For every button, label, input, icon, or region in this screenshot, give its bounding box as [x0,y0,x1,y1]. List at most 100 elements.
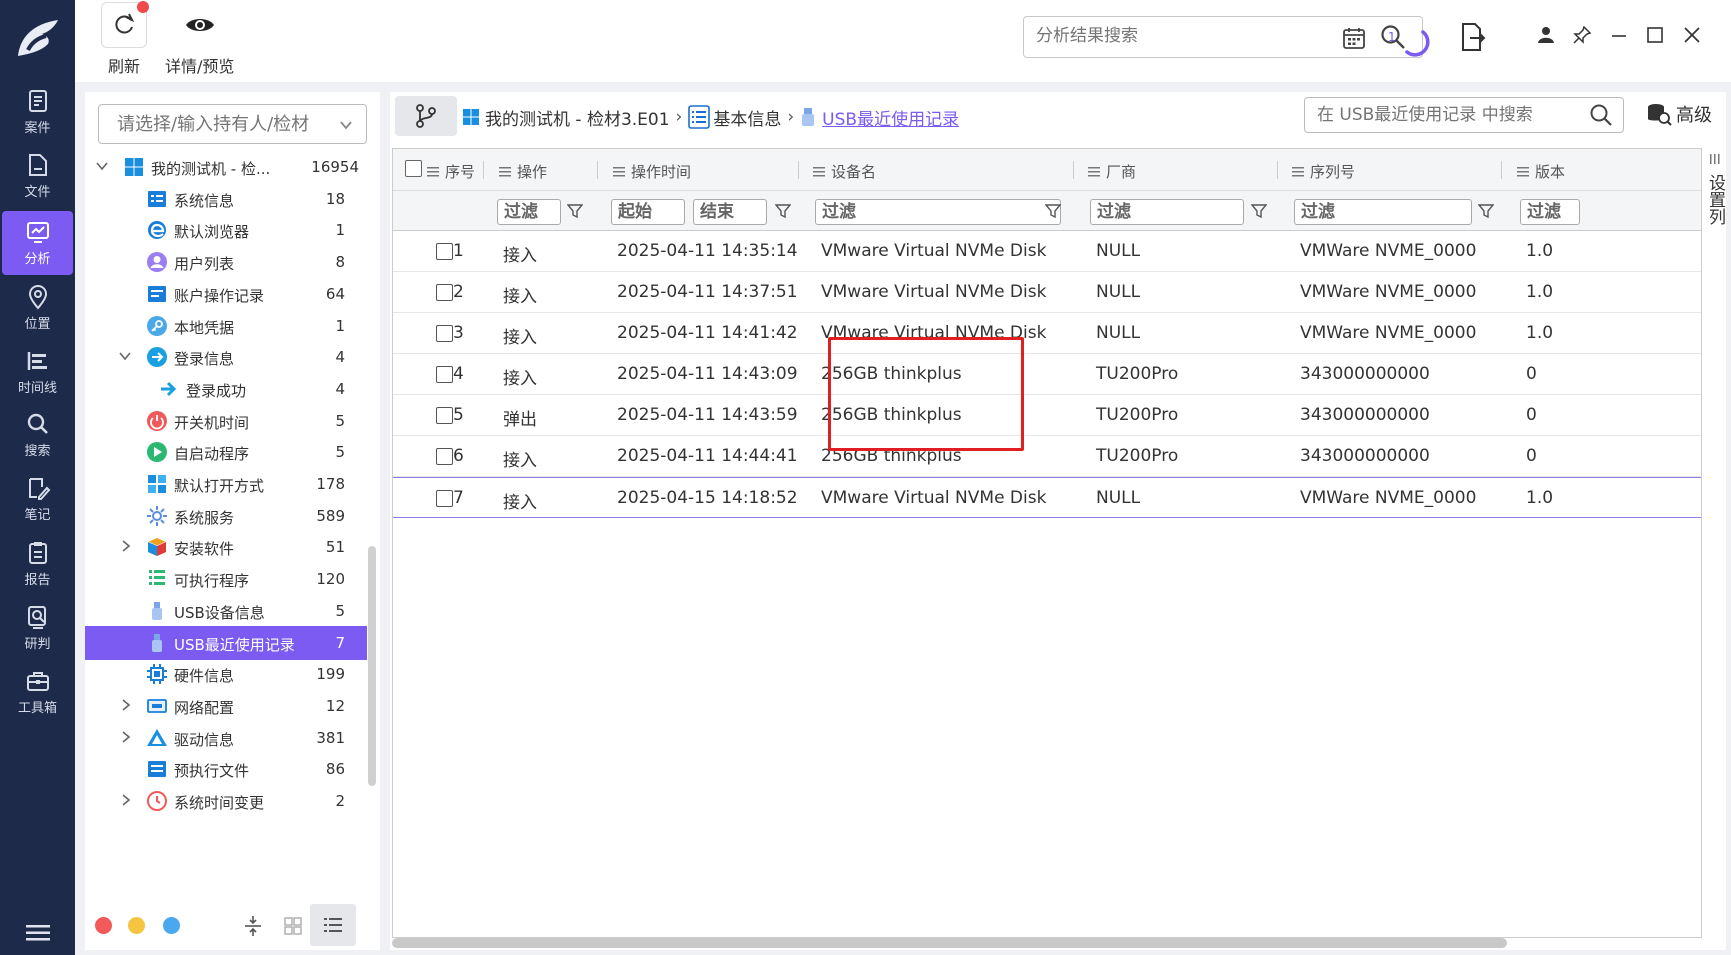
chevron-down-icon[interactable] [118,349,132,363]
tree-scrollbar[interactable] [368,546,376,786]
table-row[interactable]: 1 接入 2025-04-11 14:35:14 VMware Virtual NVM… [393,231,1701,272]
table-row[interactable]: 4 接入 2025-04-11 14:43:09 256GB thinkplus TU2… [393,354,1701,395]
column-filter-input[interactable]: 起始 [611,199,685,225]
branch-button[interactable] [395,96,457,136]
row-checkbox[interactable] [436,407,453,424]
red-dot-icon[interactable] [95,917,112,934]
holder-select[interactable] [98,104,367,144]
chevron-down-icon[interactable] [95,159,109,173]
column-filter-input[interactable]: 过滤 [1520,199,1580,225]
column-header[interactable]: 设备名 [813,161,876,182]
table-row[interactable]: 5 弹出 2025-04-11 14:43:59 256GB thinkplus TU2… [393,395,1701,436]
table-search-box[interactable] [1304,97,1624,133]
row-checkbox[interactable] [436,325,453,342]
list-view-button[interactable] [310,904,356,946]
filter-funnel-icon[interactable] [775,203,791,219]
nav-item-report[interactable]: 报告 [2,532,73,596]
tree-item[interactable]: 系统时间变更 2 [85,784,367,818]
nav-item-judge[interactable]: 研判 [2,596,73,660]
breadcrumb-current[interactable]: USB最近使用记录 [800,105,959,130]
table-row[interactable]: 7 接入 2025-04-15 14:18:52 VMware Virtual NVM… [393,477,1701,518]
filter-funnel-icon[interactable] [1251,203,1267,219]
table-row[interactable]: 2 接入 2025-04-11 14:37:51 VMware Virtual NVM… [393,272,1701,313]
column-header[interactable]: 操作 [499,161,547,182]
pin-icon[interactable] [1573,26,1591,44]
chevron-down-icon[interactable] [338,117,354,133]
chevron-right-icon[interactable] [119,539,133,553]
row-checkbox[interactable] [436,490,453,507]
column-header[interactable]: 操作时间 [613,161,691,182]
yellow-dot-icon[interactable] [128,917,145,934]
progress-spinner-icon[interactable] [1397,24,1431,58]
tree-item[interactable]: 安装软件 51 [85,530,367,564]
tree-item[interactable]: 默认浏览器 1 [85,213,367,247]
tree-item[interactable]: 自启动程序 5 [85,435,367,469]
row-checkbox[interactable] [436,448,453,465]
tree-item[interactable]: 登录成功 4 [85,372,367,406]
column-header[interactable]: 序号 [427,161,475,182]
refresh-button[interactable]: 刷新 [101,1,149,77]
tree-item[interactable]: 开关机时间 5 [85,404,367,438]
user-icon[interactable] [1537,26,1555,44]
nav-item-case[interactable]: 案件 [2,80,73,144]
tree-item[interactable]: 可执行程序 120 [85,562,367,596]
tree-item[interactable]: 网络配置 12 [85,689,367,723]
column-separator[interactable] [1073,161,1074,179]
tree-item[interactable]: USB最近使用记录 7 [85,625,367,660]
column-header[interactable]: 厂商 [1088,161,1136,182]
nav-item-note[interactable]: 笔记 [2,467,73,531]
tree-item[interactable]: 本地凭据 1 [85,309,367,343]
preview-button[interactable]: 详情/预览 [165,2,234,77]
table-search-input[interactable] [1317,105,1557,125]
tree-item[interactable]: 系统信息 18 [85,182,367,216]
tree-item[interactable]: 我的测试机 - 检... 16954 [85,150,367,184]
column-filter-input[interactable]: 过滤 [1294,199,1472,225]
holder-select-input[interactable] [117,114,327,135]
tree-item[interactable]: 预执行文件 86 [85,752,367,786]
advanced-search-button[interactable]: 高级 [1646,101,1712,127]
nav-item-analysis[interactable]: 分析 [2,211,73,275]
column-header[interactable]: 序列号 [1292,161,1355,182]
menu-icon[interactable] [0,911,75,955]
export-icon[interactable] [1460,22,1486,52]
set-columns-button[interactable]: 设置列 [1704,148,1726,508]
chevron-right-icon[interactable] [119,730,133,744]
column-filter-input[interactable]: 过滤 [815,199,1061,225]
chevron-right-icon[interactable] [119,698,133,712]
nav-item-timeline[interactable]: 时间线 [2,340,73,404]
breadcrumb-device[interactable]: 我的测试机 - 检材3.E01 [462,105,670,130]
maximize-icon[interactable] [1646,26,1664,44]
select-all-checkbox[interactable] [405,160,422,177]
tree-item[interactable]: 登录信息 4 [85,340,367,374]
result-search-box[interactable] [1023,16,1423,58]
grid-view-icon[interactable] [283,916,303,936]
collapse-all-icon[interactable] [243,915,263,937]
tree-item[interactable]: 用户列表 8 [85,245,367,279]
column-filter-input[interactable]: 过滤 [497,199,561,225]
filter-funnel-icon[interactable] [1045,203,1061,219]
column-separator[interactable] [798,161,799,179]
nav-item-file[interactable]: 文件 [2,144,73,208]
row-checkbox[interactable] [436,243,453,260]
column-header[interactable]: 版本 [1517,161,1565,182]
tree-item[interactable]: 系统服务 589 [85,499,367,533]
table-row[interactable]: 6 接入 2025-04-11 14:44:41 256GB thinkplus TU2… [393,436,1701,477]
tree-item[interactable]: 账户操作记录 64 [85,277,367,311]
row-checkbox[interactable] [436,284,453,301]
table-row[interactable]: 3 接入 2025-04-11 14:41:42 VMware Virtual NVM… [393,313,1701,354]
column-filter-input[interactable]: 结束 [693,199,767,225]
tree-item[interactable]: 驱动信息 381 [85,721,367,755]
column-separator[interactable] [483,161,484,179]
row-checkbox[interactable] [436,366,453,383]
nav-item-toolbox[interactable]: 工具箱 [2,660,73,724]
column-separator[interactable] [597,161,598,179]
column-filter-input[interactable]: 过滤 [1090,199,1244,225]
calendar-icon[interactable] [1342,26,1366,50]
tree-item[interactable]: 默认打开方式 178 [85,467,367,501]
nav-item-search[interactable]: 搜索 [2,403,73,467]
chevron-right-icon[interactable] [119,793,133,807]
filter-funnel-icon[interactable] [567,203,583,219]
nav-item-location[interactable]: 位置 [2,276,73,340]
search-icon[interactable] [1589,103,1613,127]
blue-dot-icon[interactable] [163,917,180,934]
